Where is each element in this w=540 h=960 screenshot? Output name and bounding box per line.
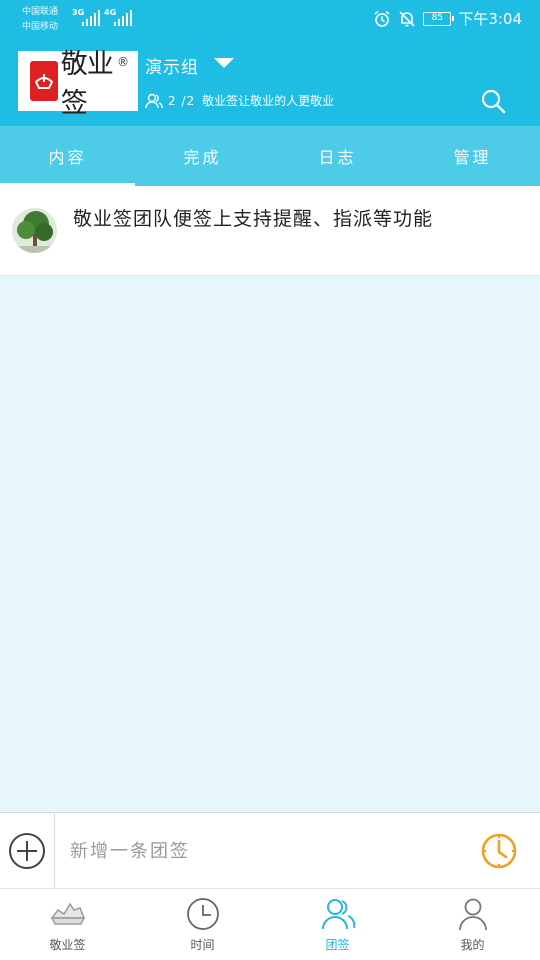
add-circle-icon[interactable]	[8, 832, 46, 870]
nav-label: 团签	[325, 938, 350, 952]
new-note-input[interactable]	[70, 835, 450, 867]
carrier-info: 中国联通 中国移动	[22, 5, 58, 35]
nav-item-mine[interactable]: 我的	[405, 889, 540, 960]
nav-item-time[interactable]: 时间	[135, 889, 270, 960]
tab-manage[interactable]: 管理	[405, 126, 540, 186]
signal-icon	[82, 10, 100, 26]
carrier-1: 中国联通	[22, 7, 59, 17]
tab-bar: 内容 完成 日志 管理	[0, 126, 540, 186]
members-icon	[145, 93, 163, 108]
caret-down-icon[interactable]	[214, 58, 234, 68]
signal-icon	[114, 10, 132, 26]
group-name[interactable]: 演示组	[145, 53, 199, 78]
app-logo: 敬业签 ®	[18, 49, 138, 119]
logo-text: 敬业签	[60, 49, 114, 119]
nav-item-team-notes[interactable]: 团签	[270, 889, 405, 960]
nav-label: 时间	[190, 938, 215, 952]
carrier-2: 中国移动	[22, 22, 59, 32]
mute-bell-icon	[399, 10, 415, 27]
members-info[interactable]: 2 /2 敬业签让敬业的人更敬业	[145, 92, 334, 109]
avatar	[12, 208, 57, 253]
boat-icon	[50, 902, 85, 925]
note-text: 敬业签团队便签上支持提醒、指派等功能	[73, 208, 434, 230]
app-header: 敬业签 ® 演示组 2 /2 敬业签让敬业的人更敬业	[0, 38, 540, 126]
alarm-icon	[374, 10, 390, 27]
new-note-bar	[0, 812, 540, 889]
battery-icon: 85	[423, 11, 455, 26]
status-bar: 中国联通 中国移动 3G 4G 85 下午3:04	[0, 0, 540, 38]
nav-label: 我的	[460, 938, 485, 952]
registered-mark: ®	[117, 55, 129, 69]
tab-log[interactable]: 日志	[270, 126, 405, 186]
search-icon[interactable]	[480, 88, 506, 114]
group-slogan: 敬业签让敬业的人更敬业	[202, 94, 335, 108]
tab-content[interactable]: 内容	[0, 126, 135, 186]
list-item[interactable]: 敬业签团队便签上支持提醒、指派等功能	[0, 186, 540, 276]
clock-icon	[186, 898, 219, 930]
reminder-clock-icon[interactable]	[480, 832, 518, 870]
nav-label: 敬业签	[49, 938, 86, 952]
member-count: 2 /2	[168, 93, 196, 108]
divider	[54, 813, 55, 889]
nav-item-jingyeqian[interactable]: 敬业签	[0, 889, 135, 960]
bottom-nav: 敬业签 时间 团签 我的	[0, 888, 540, 960]
logo-mark-icon	[30, 61, 58, 101]
clock-time: 下午3:04	[458, 10, 522, 28]
group-icon	[321, 899, 355, 930]
tab-completed[interactable]: 完成	[135, 126, 270, 186]
status-right: 85 下午3:04	[373, 8, 522, 29]
note-list: 敬业签团队便签上支持提醒、指派等功能	[0, 186, 540, 276]
user-icon	[458, 898, 487, 931]
